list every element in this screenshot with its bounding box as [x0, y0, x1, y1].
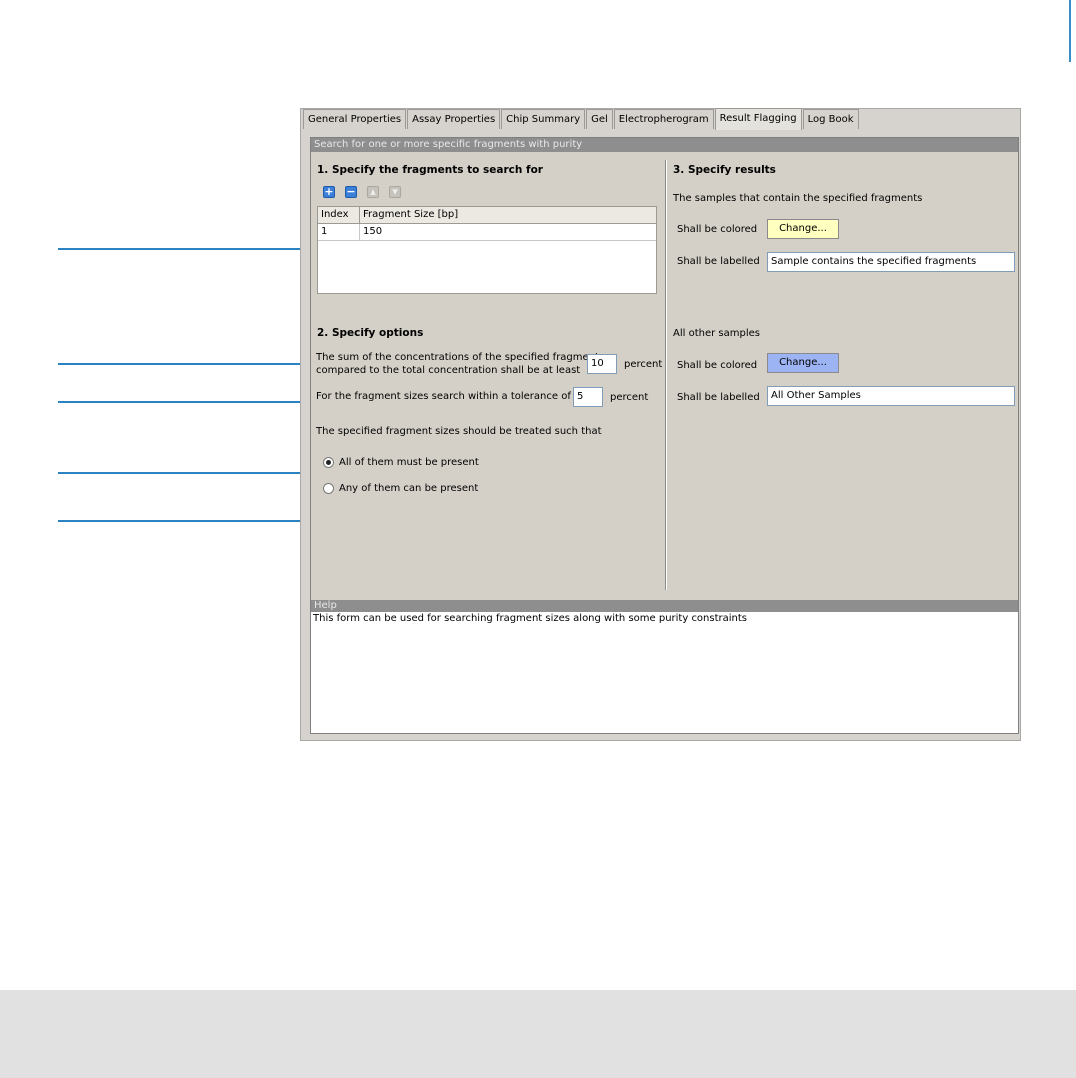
treatment-label: The specified fragment sizes should be t… — [316, 426, 602, 437]
help-title: Help — [311, 600, 1018, 612]
tab-general-properties[interactable]: General Properties — [303, 109, 407, 129]
sum-concentration-input[interactable]: 10 — [587, 354, 617, 374]
radio-any-present[interactable] — [323, 483, 334, 494]
tab-gel[interactable]: Gel — [586, 109, 613, 129]
match-label-input[interactable]: Sample contains the specified fragments — [767, 252, 1015, 272]
row-index-cell[interactable]: 1 — [318, 224, 360, 240]
remove-icon[interactable]: − — [345, 185, 357, 198]
result-flagging-window: General Properties Assay Properties Chip… — [300, 108, 1021, 741]
match-color-change-button[interactable]: Change... — [767, 219, 839, 239]
tab-chip-summary[interactable]: Chip Summary — [501, 109, 586, 129]
callout-line-treatment — [58, 472, 326, 474]
section1-heading: 1. Specify the fragments to search for — [317, 164, 543, 176]
search-panel: Search for one or more specific fragment… — [310, 137, 1019, 734]
radio-all-present-label[interactable]: All of them must be present — [339, 457, 479, 468]
add-icon[interactable]: + — [323, 185, 335, 198]
help-text: This form can be used for searching frag… — [313, 613, 748, 624]
sum-concentration-label-line1: The sum of the concentrations of the spe… — [316, 352, 605, 363]
tab-electropherogram[interactable]: Electropherogram — [613, 109, 714, 129]
tab-result-flagging[interactable]: Result Flagging — [714, 108, 802, 130]
match-labelled-label: Shall be labelled — [677, 256, 760, 267]
match-colored-label: Shall be colored — [677, 224, 758, 235]
table-row[interactable]: 1 150 — [318, 224, 656, 241]
column-header-fragment-size[interactable]: Fragment Size [bp] — [360, 207, 656, 223]
other-labelled-label: Shall be labelled — [677, 392, 760, 403]
section-divider — [665, 160, 666, 590]
matching-samples-label: The samples that contain the specified f… — [673, 193, 923, 204]
bottom-band — [0, 990, 1076, 1078]
tolerance-label: For the fragment sizes search within a t… — [316, 391, 583, 402]
table-header: Index Fragment Size [bp] — [318, 207, 656, 224]
tolerance-input[interactable]: 5 — [573, 387, 603, 407]
other-colored-label: Shall be colored — [677, 360, 758, 371]
row-fragment-size-cell[interactable]: 150 — [360, 224, 656, 240]
tab-bar: General Properties Assay Properties Chip… — [303, 108, 860, 130]
other-samples-label: All other samples — [673, 328, 760, 339]
radio-any-present-label[interactable]: Any of them can be present — [339, 483, 478, 494]
tolerance-percent-label: percent — [610, 392, 649, 403]
radio-all-present[interactable] — [323, 457, 334, 468]
radio-selected-dot — [326, 460, 331, 465]
sum-percent-label: percent — [624, 359, 663, 370]
panel-title: Search for one or more specific fragment… — [311, 138, 1018, 152]
sum-concentration-label-line2: compared to the total concentration shal… — [316, 365, 581, 376]
help-text-area: This form can be used for searching frag… — [311, 612, 1018, 733]
column-header-index[interactable]: Index — [318, 207, 360, 223]
tab-log-book[interactable]: Log Book — [802, 109, 859, 129]
other-label-input[interactable]: All Other Samples — [767, 386, 1015, 406]
move-up-icon[interactable]: ▴ — [367, 185, 379, 198]
other-color-change-button[interactable]: Change... — [767, 353, 839, 373]
section3-heading: 3. Specify results — [673, 164, 776, 176]
tab-assay-properties[interactable]: Assay Properties — [407, 109, 501, 129]
fragment-table[interactable]: Index Fragment Size [bp] 1 150 — [317, 206, 657, 294]
page-edge-line — [1069, 0, 1071, 62]
move-down-icon[interactable]: ▾ — [389, 185, 401, 198]
section2-heading: 2. Specify options — [317, 327, 424, 339]
